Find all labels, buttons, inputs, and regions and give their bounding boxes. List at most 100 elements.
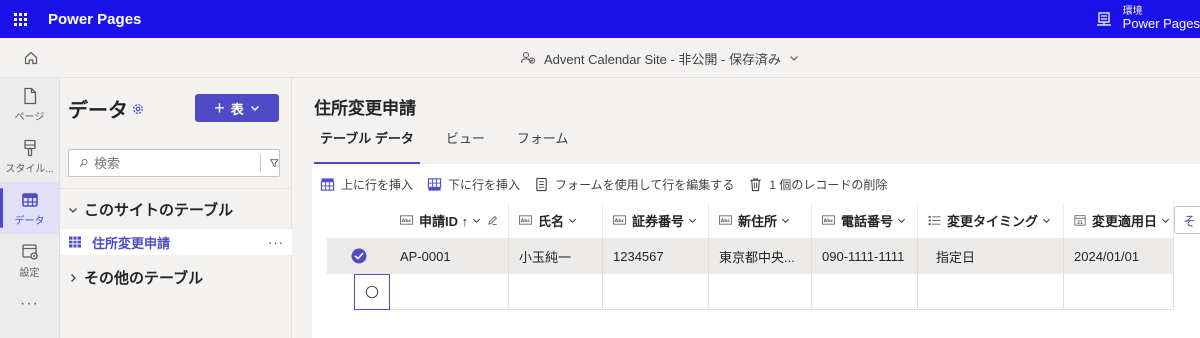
new-row-select[interactable] <box>354 274 390 310</box>
empty-cell[interactable] <box>709 274 812 310</box>
panel-divider <box>60 188 292 189</box>
empty-cell[interactable] <box>390 274 509 310</box>
table-item-address-change[interactable]: 住所変更申請 ··· <box>60 229 292 255</box>
left-rail: ページ スタイル... データ 設定 ··· <box>0 78 60 338</box>
svg-text:Abc: Abc <box>615 218 625 224</box>
cell-name[interactable]: 小玉純一 <box>509 238 603 274</box>
column-header-label: 証券番号 <box>632 213 685 229</box>
column-header-request-id[interactable]: Abc 申請ID ↑ <box>390 202 509 238</box>
tab-views[interactable]: ビュー <box>440 126 491 156</box>
section-label: このサイトのテーブル <box>84 202 234 219</box>
column-header-label: 変更タイミング <box>947 213 1039 229</box>
command-bar: 上に行を挿入 下に行を挿入 フォームを使用して行を編集する 1 個のレコードの削… <box>320 175 901 193</box>
insert-row-above-button[interactable]: 上に行を挿入 <box>320 176 413 193</box>
rail-item-settings[interactable]: 設定 <box>0 234 59 286</box>
settings-icon <box>21 243 38 260</box>
chevron-down-icon <box>69 207 77 213</box>
column-header-effective-date[interactable]: 21 変更適用日 <box>1064 202 1174 238</box>
chevron-right-icon <box>71 273 76 282</box>
empty-cell[interactable] <box>509 274 603 310</box>
site-info-dropdown[interactable]: Advent Calendar Site - 非公開 - 保存済み <box>520 38 799 78</box>
form-icon <box>536 177 547 191</box>
text-field-icon: Abc <box>519 215 532 225</box>
rail-item-pages[interactable]: ページ <box>0 78 59 130</box>
svg-text:Abc: Abc <box>521 218 531 224</box>
column-header-new-address[interactable]: Abc 新住所 <box>709 202 812 238</box>
rail-item-label: ページ <box>14 111 45 123</box>
empty-cell[interactable] <box>1064 274 1174 310</box>
search-divider <box>260 154 261 172</box>
section-this-site-tables[interactable]: このサイトのテーブル <box>68 199 233 220</box>
section-label: その他のテーブル <box>84 270 204 287</box>
cell-new-address[interactable]: 東京都中央... <box>709 238 812 274</box>
command-label: 上に行を挿入 <box>341 177 414 192</box>
add-column-button[interactable]: そ <box>1174 206 1200 234</box>
svg-text:Abc: Abc <box>721 218 731 224</box>
command-label: フォームを使用して行を編集する <box>555 177 735 192</box>
edit-icon <box>488 215 498 225</box>
delete-record-button[interactable]: 1 個のレコードの削除 <box>748 176 887 193</box>
cell-policy-number[interactable]: 1234567 <box>603 238 709 274</box>
tab-forms[interactable]: フォーム <box>511 126 575 156</box>
page-icon <box>23 87 36 104</box>
app-launcher-icon[interactable] <box>0 0 40 38</box>
insert-below-icon <box>427 177 442 191</box>
section-other-tables[interactable]: その他のテーブル <box>68 267 203 288</box>
rail-more-button[interactable]: ··· <box>0 286 59 322</box>
trash-icon <box>750 177 761 191</box>
cell-phone-number[interactable]: 090-1111-1111 <box>812 238 918 274</box>
app-title[interactable]: Power Pages <box>48 11 141 28</box>
column-header-label: 氏名 <box>538 213 565 229</box>
column-header-name[interactable]: Abc 氏名 <box>509 202 603 238</box>
row-select-checkbox[interactable] <box>327 238 390 274</box>
environment-picker[interactable]: 環境 Power Pages <box>1095 0 1200 38</box>
panel-title: データ <box>68 100 128 122</box>
rail-item-label: スタイル... <box>5 163 54 175</box>
table-icon <box>21 192 38 207</box>
cell-request-id[interactable]: AP-0001 <box>390 238 509 274</box>
command-label: 下に行を挿入 <box>448 177 521 192</box>
chevron-down-icon <box>568 218 577 223</box>
rail-item-styling[interactable]: スタイル... <box>0 130 59 182</box>
calendar-icon: 21 <box>1074 215 1086 226</box>
plus-icon: + <box>214 98 225 118</box>
edit-row-with-form-button[interactable]: フォームを使用して行を編集する <box>534 176 734 193</box>
tab-list: テーブル データ ビュー フォーム <box>314 126 594 164</box>
page-title: 住所変更申請 <box>314 99 416 118</box>
data-panel: データ + 表 このサイトのテーブル <box>60 78 292 338</box>
column-header-phone-number[interactable]: Abc 電話番号 <box>812 202 918 238</box>
new-table-button[interactable]: + 表 <box>195 94 279 122</box>
column-header-policy-number[interactable]: Abc 証券番号 <box>603 202 709 238</box>
cell-effective-date[interactable]: 2024/01/01 <box>1064 238 1174 274</box>
svg-text:Abc: Abc <box>824 218 834 224</box>
empty-cell[interactable] <box>918 274 1064 310</box>
site-users-icon <box>520 51 536 64</box>
column-header-label: 申請ID ↑ <box>419 213 469 229</box>
chevron-down-icon <box>781 218 790 223</box>
table-row[interactable]: AP-0001 小玉純一 1234567 東京都中央... 090-1111-1… <box>327 238 1174 274</box>
empty-cell[interactable] <box>812 274 918 310</box>
tab-table-data[interactable]: テーブル データ <box>314 126 420 164</box>
chevron-down-icon <box>1042 218 1051 223</box>
chevron-down-icon <box>250 106 259 111</box>
table-search <box>68 149 280 177</box>
table-item-label: 住所変更申請 <box>92 235 171 251</box>
more-options-button[interactable]: ··· <box>268 235 284 250</box>
rail-item-data[interactable]: データ <box>0 182 59 234</box>
svg-text:21: 21 <box>1077 220 1083 226</box>
search-input[interactable] <box>94 151 255 175</box>
cell-change-timing[interactable]: 指定日 <box>918 238 1064 274</box>
new-row[interactable] <box>327 274 1174 310</box>
insert-row-below-button[interactable]: 下に行を挿入 <box>427 176 520 193</box>
main-area: 住所変更申請 テーブル データ ビュー フォーム 上に行を挿入 下に行を挿入 フ… <box>292 78 1200 338</box>
column-header-label: 電話番号 <box>841 213 894 229</box>
home-button[interactable] <box>0 50 62 66</box>
empty-cell[interactable] <box>603 274 709 310</box>
rail-item-label: データ <box>14 215 45 227</box>
filter-icon[interactable] <box>269 155 279 171</box>
gear-icon[interactable] <box>131 102 145 116</box>
column-header-change-timing[interactable]: 変更タイミング <box>918 202 1064 238</box>
home-icon <box>24 51 38 64</box>
search-icon <box>79 159 88 167</box>
command-label: 1 個のレコードの削除 <box>769 177 888 192</box>
